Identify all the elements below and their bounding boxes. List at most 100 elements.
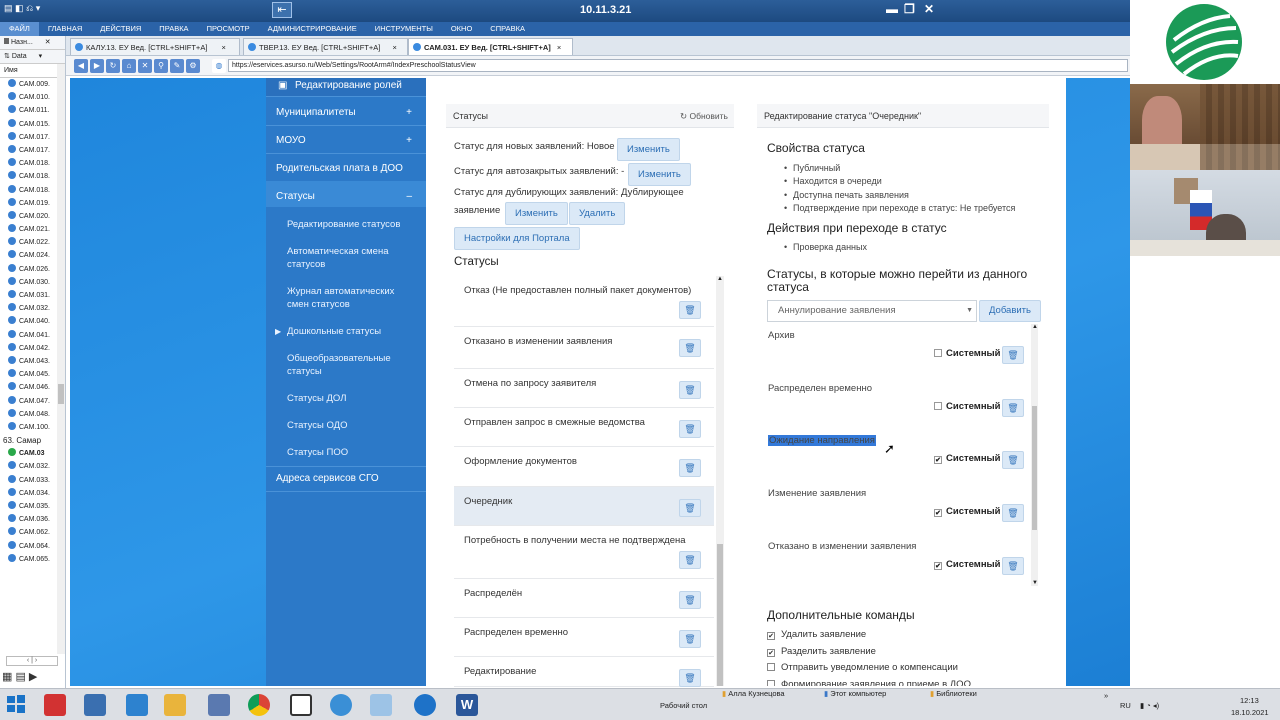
address-bar[interactable]: https://eservices.asurso.ru/Web/Settings… bbox=[228, 59, 1128, 72]
close-icon[interactable]: ✕ bbox=[924, 2, 934, 16]
tree-scrollbar[interactable] bbox=[57, 64, 65, 654]
trash-icon[interactable]: 🗑 bbox=[1002, 399, 1024, 417]
trash-icon[interactable]: 🗑 bbox=[1002, 504, 1024, 522]
tree-item[interactable]: САМ.042. bbox=[0, 342, 65, 355]
back-icon[interactable]: ◀ bbox=[74, 58, 88, 73]
change-new-status-button[interactable]: Изменить bbox=[617, 138, 680, 161]
tree-item[interactable]: САМ.021. bbox=[0, 223, 65, 236]
checkbox-icon[interactable]: ✔ bbox=[934, 456, 942, 464]
trash-icon[interactable]: 🗑 bbox=[679, 459, 701, 477]
trash-icon[interactable]: 🗑 bbox=[679, 339, 701, 357]
chart-app-icon[interactable] bbox=[44, 694, 66, 716]
change-dup-status-button[interactable]: Изменить bbox=[505, 202, 568, 225]
nav-auto-status-change[interactable]: Автоматическая смена статусов bbox=[287, 245, 417, 271]
checkbox-icon[interactable] bbox=[767, 680, 775, 686]
trash-icon[interactable]: 🗑 bbox=[679, 551, 701, 569]
tab-close-icon[interactable]: × bbox=[392, 43, 396, 52]
status-row[interactable]: Оформление документов 🗑 bbox=[454, 447, 714, 487]
status-row[interactable]: Редактирование 🗑 bbox=[454, 657, 714, 687]
system-checkbox[interactable]: ✔ Системный bbox=[934, 506, 1001, 517]
tree-item[interactable]: САМ.018. bbox=[0, 184, 65, 197]
extra-command-checkbox[interactable]: ✔ Разделить заявление bbox=[767, 646, 876, 657]
extra-command-checkbox[interactable]: Отправить уведомление о компенсации bbox=[767, 662, 958, 673]
clock-date[interactable]: 18.10.2021 bbox=[1231, 708, 1269, 717]
tree-item[interactable]: САМ.100. bbox=[0, 421, 65, 434]
status-row[interactable]: Распределён 🗑 bbox=[454, 579, 714, 618]
trash-icon[interactable]: 🗑 bbox=[679, 669, 701, 687]
nav-service-addresses[interactable]: Адреса сервисов СГО bbox=[276, 473, 416, 484]
trash-icon[interactable]: 🗑 bbox=[1002, 346, 1024, 364]
tree-item[interactable]: САМ.062. bbox=[0, 526, 65, 539]
tree-item[interactable]: САМ.026. bbox=[0, 263, 65, 276]
tree-item[interactable]: САМ.035. bbox=[0, 500, 65, 513]
tree-item[interactable]: САМ.032. bbox=[0, 460, 65, 473]
status-row[interactable]: Отправлен запрос в смежные ведомства 🗑 bbox=[454, 408, 714, 447]
chrome-icon[interactable] bbox=[248, 694, 270, 716]
menu-item[interactable]: ДЕЙСТВИЯ bbox=[91, 22, 150, 36]
edit-icon[interactable]: ✎ bbox=[170, 58, 184, 73]
nav-auto-status-log[interactable]: Журнал автоматических смен статусов bbox=[287, 285, 417, 311]
transitions-scroll-thumb[interactable] bbox=[1032, 406, 1037, 530]
menu-item[interactable]: ФАЙЛ bbox=[0, 22, 39, 36]
portal-settings-button[interactable]: Настройки для Портала bbox=[454, 227, 580, 250]
checkbox-icon[interactable] bbox=[767, 663, 775, 671]
pin-icon[interactable]: ⇤ bbox=[272, 2, 292, 18]
trash-icon[interactable]: 🗑 bbox=[679, 301, 701, 319]
status-row[interactable]: Отказ (Не предоставлен полный пакет доку… bbox=[454, 278, 714, 327]
refresh-icon[interactable]: ↻ bbox=[106, 58, 120, 73]
menu-item[interactable]: АДМИНИСТРИРОВАНИЕ bbox=[259, 22, 366, 36]
checkbox-icon[interactable]: ✔ bbox=[767, 632, 775, 640]
status-row[interactable]: Отмена по запросу заявителя 🗑 bbox=[454, 369, 714, 408]
tab-close-icon[interactable]: × bbox=[557, 43, 561, 52]
tray-chevron-icon[interactable]: » bbox=[1104, 691, 1108, 700]
tree-item[interactable]: САМ.011. bbox=[0, 104, 65, 117]
search-icon[interactable]: ⚲ bbox=[154, 58, 168, 73]
add-transition-button[interactable]: Добавить bbox=[979, 300, 1041, 322]
chevron-down-icon[interactable]: ▾ bbox=[39, 53, 43, 60]
transitions-scrollbar[interactable]: ▲ ▼ bbox=[1031, 324, 1038, 586]
tree-item[interactable]: САМ.064. bbox=[0, 540, 65, 553]
tab-kalu[interactable]: КАЛУ.13. ЕУ Вед. [CTRL+SHIFT+A] × bbox=[70, 38, 240, 55]
tree-item[interactable]: САМ.048. bbox=[0, 408, 65, 421]
tree-item[interactable]: САМ.036. bbox=[0, 513, 65, 526]
delete-dup-status-button[interactable]: Удалить bbox=[569, 202, 626, 225]
tree-item[interactable]: САМ.034. bbox=[0, 487, 65, 500]
menu-item[interactable]: СПРАВКА bbox=[481, 22, 534, 36]
tree-item[interactable]: САМ.047. bbox=[0, 395, 65, 408]
nav-poo-statuses[interactable]: Статусы ПОО bbox=[287, 446, 417, 459]
user-label[interactable]: ▮ Алла Кузнецова bbox=[722, 689, 785, 698]
remote-app-icon[interactable] bbox=[126, 694, 148, 716]
statuses-scroll-thumb[interactable] bbox=[717, 544, 723, 686]
tree-item[interactable]: САМ.03 bbox=[0, 447, 65, 460]
nav-municipalities[interactable]: Муниципалитеты + bbox=[276, 107, 416, 118]
forward-icon[interactable]: ▶ bbox=[90, 58, 104, 73]
tree-item[interactable]: САМ.030. bbox=[0, 276, 65, 289]
tree-item[interactable]: САМ.024. bbox=[0, 249, 65, 262]
windows-start-icon[interactable] bbox=[6, 694, 28, 716]
menu-item[interactable]: ИНСТРУМЕНТЫ bbox=[366, 22, 442, 36]
trash-icon[interactable]: 🗑 bbox=[679, 630, 701, 648]
tree-item[interactable]: САМ.041. bbox=[0, 329, 65, 342]
refresh-button[interactable]: ↻ Обновить bbox=[680, 104, 728, 128]
sidenav-top-item[interactable]: ▣ Редактирование ролей bbox=[266, 78, 426, 96]
tree-item[interactable]: САМ.033. bbox=[0, 474, 65, 487]
menu-item[interactable]: ГЛАВНАЯ bbox=[39, 22, 91, 36]
libraries-label[interactable]: ▮ Библиотеки bbox=[930, 689, 977, 698]
tree-hscroll[interactable]: ‹ | › bbox=[6, 656, 58, 666]
tree-item[interactable]: САМ.022. bbox=[0, 236, 65, 249]
home-icon[interactable]: ⌂ bbox=[122, 58, 136, 73]
status-row[interactable]: Отказано в изменении заявления 🗑 bbox=[454, 327, 714, 369]
tree-item[interactable]: САМ.010. bbox=[0, 91, 65, 104]
scroll-down-icon[interactable]: ▼ bbox=[1032, 580, 1038, 586]
tab-sam[interactable]: САМ.031. ЕУ Вед. [CTRL+SHIFT+A] × bbox=[408, 38, 573, 55]
stop-icon[interactable]: ✕ bbox=[138, 58, 152, 73]
tree-item[interactable]: САМ.018. bbox=[0, 170, 65, 183]
tree-item[interactable]: САМ.040. bbox=[0, 315, 65, 328]
settings-icon[interactable]: ⚙ bbox=[186, 58, 200, 73]
checkbox-icon[interactable]: ✔ bbox=[934, 562, 942, 570]
nav-mouo[interactable]: МОУО + bbox=[276, 135, 416, 146]
tree-item[interactable]: САМ.020. bbox=[0, 210, 65, 223]
tree-item[interactable]: САМ.065. bbox=[0, 553, 65, 566]
nav-general-statuses[interactable]: Общеобразовательные статусы bbox=[287, 352, 417, 378]
notes-icon[interactable] bbox=[370, 694, 392, 716]
